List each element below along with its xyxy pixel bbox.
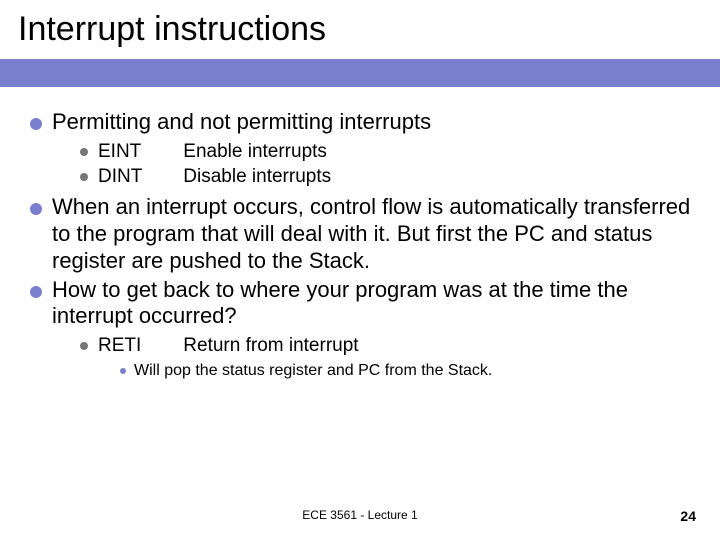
bullet-2-text: When an interrupt occurs, control flow i… — [52, 194, 692, 274]
bullet-1a: EINT Enable interrupts — [80, 140, 692, 163]
accent-band — [0, 59, 720, 87]
bullet-1a-text: EINT Enable interrupts — [98, 140, 327, 163]
bullet-1: Permitting and not permitting interrupts… — [30, 109, 692, 188]
mnemonic-eint: EINT — [98, 140, 178, 163]
bullet-3-text: How to get back to where your program wa… — [52, 277, 692, 331]
footer-text: ECE 3561 - Lecture 1 — [0, 508, 720, 522]
content-area: Permitting and not permitting interrupts… — [0, 87, 720, 540]
bullet-1-sub: EINT Enable interrupts DINT Disable inte… — [80, 140, 692, 188]
bullet-2: When an interrupt occurs, control flow i… — [30, 194, 692, 274]
desc-dint: Disable interrupts — [183, 166, 331, 187]
bullet-3a: RETI Return from interrupt — [80, 334, 692, 357]
page-number: 24 — [680, 508, 696, 524]
bullet-3a-text: RETI Return from interrupt — [98, 334, 359, 357]
bullet-icon — [80, 342, 88, 350]
bullet-icon — [80, 148, 88, 156]
desc-reti: Return from interrupt — [183, 335, 358, 356]
bullet-icon — [120, 368, 126, 374]
bullet-3a-sub: Will pop the status register and PC from… — [120, 361, 692, 381]
bullet-1b: DINT Disable interrupts — [80, 165, 692, 188]
bullet-icon — [30, 286, 42, 298]
bullet-3: How to get back to where your program wa… — [30, 277, 692, 381]
bullet-3-sub: RETI Return from interrupt — [80, 334, 692, 357]
bullet-icon — [80, 173, 88, 181]
mnemonic-dint: DINT — [98, 165, 178, 188]
bullet-3a1: Will pop the status register and PC from… — [120, 361, 692, 381]
mnemonic-reti: RETI — [98, 334, 178, 357]
bullet-3a1-text: Will pop the status register and PC from… — [134, 361, 492, 381]
bullet-1-text: Permitting and not permitting interrupts — [52, 109, 692, 136]
bullet-icon — [30, 118, 42, 130]
slide-title: Interrupt instructions — [18, 10, 702, 49]
bullet-1b-text: DINT Disable interrupts — [98, 165, 331, 188]
desc-eint: Enable interrupts — [183, 141, 327, 162]
bullet-icon — [30, 203, 42, 215]
